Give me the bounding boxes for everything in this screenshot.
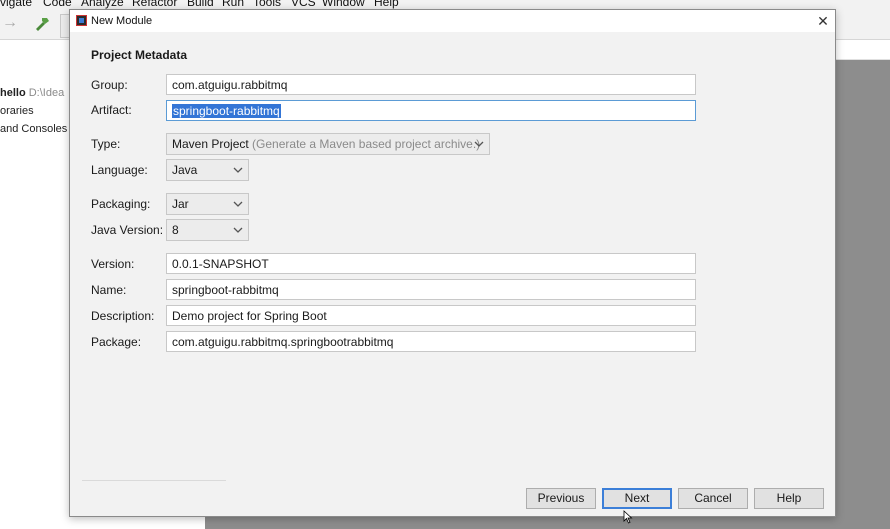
name-label: Name: [91, 283, 127, 297]
editor-tab-strip [835, 40, 890, 60]
chevron-down-icon [233, 163, 243, 177]
group-field[interactable]: com.atguigu.rabbitmq [166, 74, 696, 95]
type-select[interactable]: Maven Project (Generate a Maven based pr… [166, 133, 490, 155]
menu-help[interactable]: Help [374, 0, 399, 9]
java-version-select[interactable]: 8 [166, 219, 249, 241]
java-version-value: 8 [172, 223, 179, 237]
language-label: Language: [91, 163, 148, 177]
menu-analyze[interactable]: Analyze [81, 0, 124, 9]
language-value: Java [172, 163, 198, 177]
name-field[interactable]: springboot-rabbitmq [166, 279, 696, 300]
close-icon[interactable]: ✕ [814, 12, 832, 30]
project-root-item[interactable]: hello D:\Idea [0, 87, 64, 99]
menu-build[interactable]: Build [187, 0, 214, 9]
app-logo-icon [76, 15, 87, 26]
package-label: Package: [91, 335, 142, 349]
menu-refactor[interactable]: Refactor [132, 0, 177, 9]
back-arrow-icon[interactable]: → [2, 14, 18, 32]
chevron-down-icon [474, 137, 484, 151]
scratches-consoles-item[interactable]: and Consoles [0, 123, 67, 135]
section-title: Project Metadata [91, 48, 188, 62]
artifact-label: Artifact: [91, 103, 132, 117]
project-tool-window: hello D:\Idea oraries and Consoles [0, 40, 70, 529]
external-libraries-item[interactable]: oraries [0, 105, 34, 117]
menu-navigate[interactable]: vigate [0, 0, 32, 9]
packaging-select[interactable]: Jar [166, 193, 249, 215]
editor-area [835, 60, 890, 529]
version-field[interactable]: 0.0.1-SNAPSHOT [166, 253, 696, 274]
type-value: Maven Project [172, 137, 249, 151]
menu-run[interactable]: Run [222, 0, 244, 9]
dialog-titlebar[interactable]: New Module ✕ [70, 10, 835, 32]
cancel-button[interactable]: Cancel [678, 488, 748, 509]
type-hint: (Generate a Maven based project archive.… [252, 137, 481, 151]
project-root-path: D:\Idea [28, 87, 65, 99]
packaging-label: Packaging: [91, 197, 151, 211]
hammer-icon[interactable] [34, 16, 50, 32]
description-field[interactable]: Demo project for Spring Boot [166, 305, 696, 326]
language-select[interactable]: Java [166, 159, 249, 181]
chevron-down-icon [233, 197, 243, 211]
type-label: Type: [91, 137, 121, 151]
artifact-selected-text: springboot-rabbitmq [172, 104, 281, 118]
menu-vcs[interactable]: VCS [291, 0, 316, 9]
mouse-cursor-icon [623, 510, 633, 524]
help-button[interactable]: Help [754, 488, 824, 509]
package-field[interactable]: com.atguigu.rabbitmq.springbootrabbitmq [166, 331, 696, 352]
version-label: Version: [91, 257, 135, 271]
previous-button[interactable]: Previous [526, 488, 596, 509]
menu-window[interactable]: Window [322, 0, 365, 9]
group-label: Group: [91, 78, 128, 92]
menu-code[interactable]: Code [43, 0, 72, 9]
next-button[interactable]: Next [602, 488, 672, 509]
dialog-title: New Module [91, 15, 153, 27]
menu-tools[interactable]: Tools [253, 0, 281, 9]
footer-divider [82, 480, 226, 481]
description-label: Description: [91, 309, 155, 323]
artifact-field[interactable]: springboot-rabbitmq [166, 100, 696, 121]
chevron-down-icon [233, 223, 243, 237]
java-version-label: Java Version: [91, 223, 164, 237]
project-root-name: hello [0, 87, 26, 99]
packaging-value: Jar [172, 197, 189, 211]
status-area [205, 516, 890, 529]
new-module-dialog: New Module ✕ Project Metadata Group: com… [69, 9, 836, 524]
